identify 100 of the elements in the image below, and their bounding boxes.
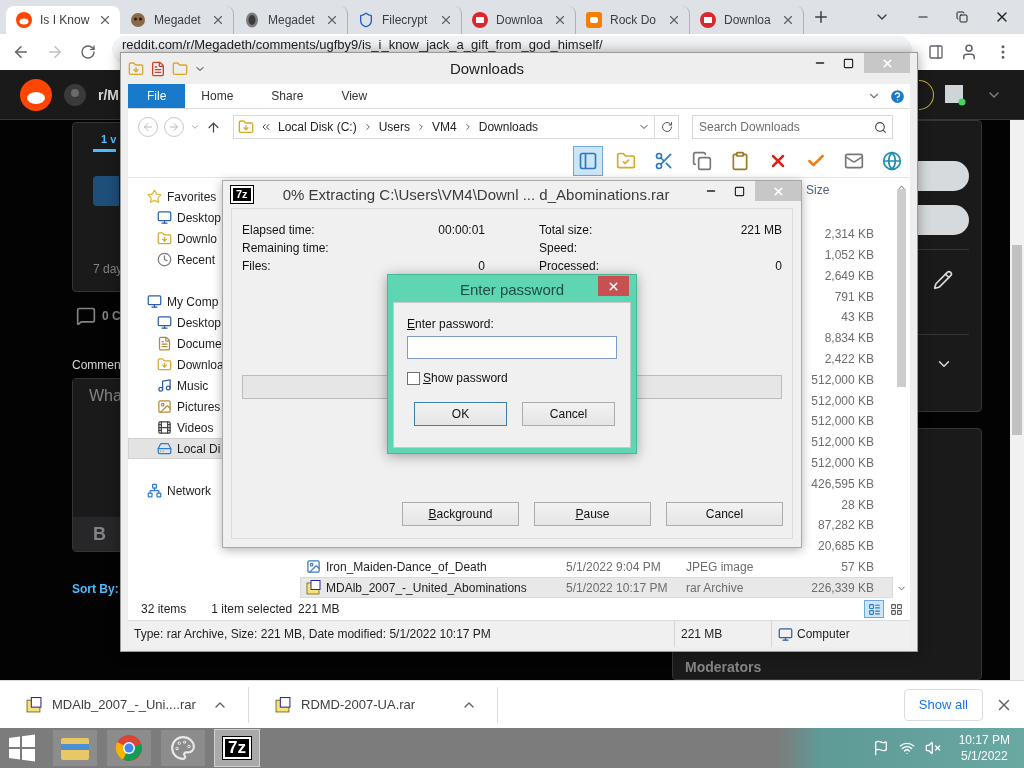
file-row[interactable]: Iron_Maiden-Dance_of_Death 5/1/2022 9:04 PM JPEG image 57 KB <box>300 556 893 578</box>
ribbon-tab[interactable]: File <box>128 84 186 108</box>
download-item[interactable]: MDAlb_2007_-_Uni....rar <box>0 686 249 723</box>
stat-label: Speed: <box>539 241 578 257</box>
comment-heading: Commen <box>72 358 121 372</box>
site-icon <box>244 12 260 28</box>
sidebar-heading: Moderators <box>685 659 763 675</box>
clock-icon <box>157 252 172 267</box>
up-icon[interactable] <box>206 119 221 135</box>
drive-icon <box>157 441 172 456</box>
restore-icon[interactable] <box>956 11 968 23</box>
back-icon[interactable] <box>12 43 30 61</box>
breadcrumb-item[interactable]: Local Disk (C:) <box>278 120 357 134</box>
post-tab[interactable]: 1 v <box>93 133 117 152</box>
checkbox[interactable] <box>407 371 420 385</box>
maximize-icon <box>733 185 745 197</box>
flag-icon[interactable] <box>872 740 889 756</box>
dialog-button[interactable]: Background <box>402 502 519 526</box>
clock-time: 10:17 PM <box>958 732 1010 748</box>
subreddit-name[interactable]: r/M <box>98 86 119 103</box>
stat-label: Files: <box>242 259 271 275</box>
password-field[interactable] <box>407 336 617 359</box>
download-folder-icon <box>157 357 172 372</box>
breadcrumb-item[interactable]: Downloads <box>478 120 539 134</box>
card-icon <box>844 151 864 171</box>
dialog-button[interactable]: Cancel <box>666 502 783 526</box>
comment-count: 0 C <box>102 309 121 323</box>
new-tab-icon[interactable] <box>812 8 830 26</box>
music-icon <box>157 378 172 393</box>
stat-label: Elapsed time: <box>242 223 315 239</box>
network-icon[interactable] <box>898 740 915 756</box>
taskbar-app[interactable] <box>106 729 152 767</box>
file-row[interactable]: MDAlb_2007_-_United_Abominations 5/1/2022 10:17 PM rar Archive 226,339 KB <box>300 577 893 599</box>
file-date: 5/1/2022 9:04 PM <box>566 559 662 574</box>
dialog-button[interactable]: Cancel <box>522 402 615 426</box>
file-size: 57 KB <box>840 559 875 574</box>
site-icon <box>586 12 602 28</box>
film-icon <box>157 420 172 435</box>
scrollbar-thumb[interactable] <box>897 189 906 387</box>
download-item[interactable]: RDMD-2007-UA.rar <box>249 686 498 723</box>
view-button[interactable] <box>864 600 884 618</box>
pane-icon <box>578 151 598 171</box>
tiles-view-icon <box>889 602 903 616</box>
dialog-button[interactable]: Pause <box>534 502 651 526</box>
list-view-icon <box>867 602 881 616</box>
start-icon[interactable] <box>8 734 36 762</box>
close-icon[interactable] <box>98 13 112 27</box>
site-icon <box>700 12 716 28</box>
show-all-button[interactable]: Show all <box>903 688 983 721</box>
toolbar-button[interactable] <box>573 146 603 176</box>
site-icon <box>16 12 32 28</box>
chrome-icon <box>115 734 143 762</box>
archive-icon <box>275 696 291 713</box>
field-label: Enter password: <box>407 317 495 331</box>
tab-title: Downloa <box>496 13 544 27</box>
selection-size: 221 MB <box>298 602 340 616</box>
browser-tab[interactable]: Is I Know <box>6 6 120 34</box>
site-logo-icon[interactable] <box>20 78 52 111</box>
clipboard-icon <box>730 151 750 171</box>
file-date: 5/1/2022 10:17 PM <box>566 580 669 595</box>
profile-icon[interactable] <box>960 43 978 61</box>
scrollbar-thumb[interactable] <box>1012 245 1022 435</box>
tab-title: Megadet <box>154 13 202 27</box>
palette-icon <box>170 735 196 761</box>
scissors-icon <box>654 151 674 171</box>
copy-icon <box>692 151 712 171</box>
checkbox-label[interactable]: Show password <box>423 371 508 385</box>
folder-icon <box>60 735 90 761</box>
refresh-icon <box>660 121 673 133</box>
breadcrumb-item[interactable]: VM4 <box>432 120 457 134</box>
download-name: MDAlb_2007_-_Uni....rar <box>52 697 197 712</box>
file-size: 512,000 KB <box>810 455 875 470</box>
maximize-icon <box>842 57 854 69</box>
help-icon[interactable] <box>889 87 906 105</box>
properties-icon[interactable] <box>150 60 166 77</box>
side-panel-icon[interactable] <box>928 44 944 60</box>
file-name: Iron_Maiden-Dance_of_Death <box>326 559 488 574</box>
overflow-icon <box>260 121 272 133</box>
volume-muted-icon[interactable] <box>924 740 941 756</box>
monitor-icon <box>157 210 172 225</box>
pencil-icon[interactable] <box>933 270 953 290</box>
address-bar[interactable]: Local Disk (C:) Users VM4 Downloads <box>233 115 655 139</box>
reload-icon[interactable] <box>80 44 96 60</box>
close-button[interactable] <box>598 276 629 296</box>
taskbar-app[interactable] <box>52 729 98 767</box>
file-size: 512,000 KB <box>810 435 875 450</box>
refresh-button[interactable] <box>655 115 679 139</box>
taskbar-app[interactable]: 7z <box>214 729 260 767</box>
page-scrollbar[interactable] <box>1010 120 1024 680</box>
taskbar-app[interactable] <box>160 729 206 767</box>
breadcrumb-item[interactable]: Users <box>378 120 411 134</box>
avatar-icon[interactable] <box>944 83 966 106</box>
file-size: 8,834 KB <box>823 331 875 346</box>
close-icon <box>607 279 620 293</box>
bold-button[interactable]: B <box>87 523 112 545</box>
monitor-icon <box>157 315 172 330</box>
dialog-button[interactable]: OK <box>414 402 507 426</box>
file-type: JPEG image <box>686 559 755 574</box>
details-location: Computer <box>797 627 850 641</box>
tab-title: Rock Do <box>610 13 657 27</box>
